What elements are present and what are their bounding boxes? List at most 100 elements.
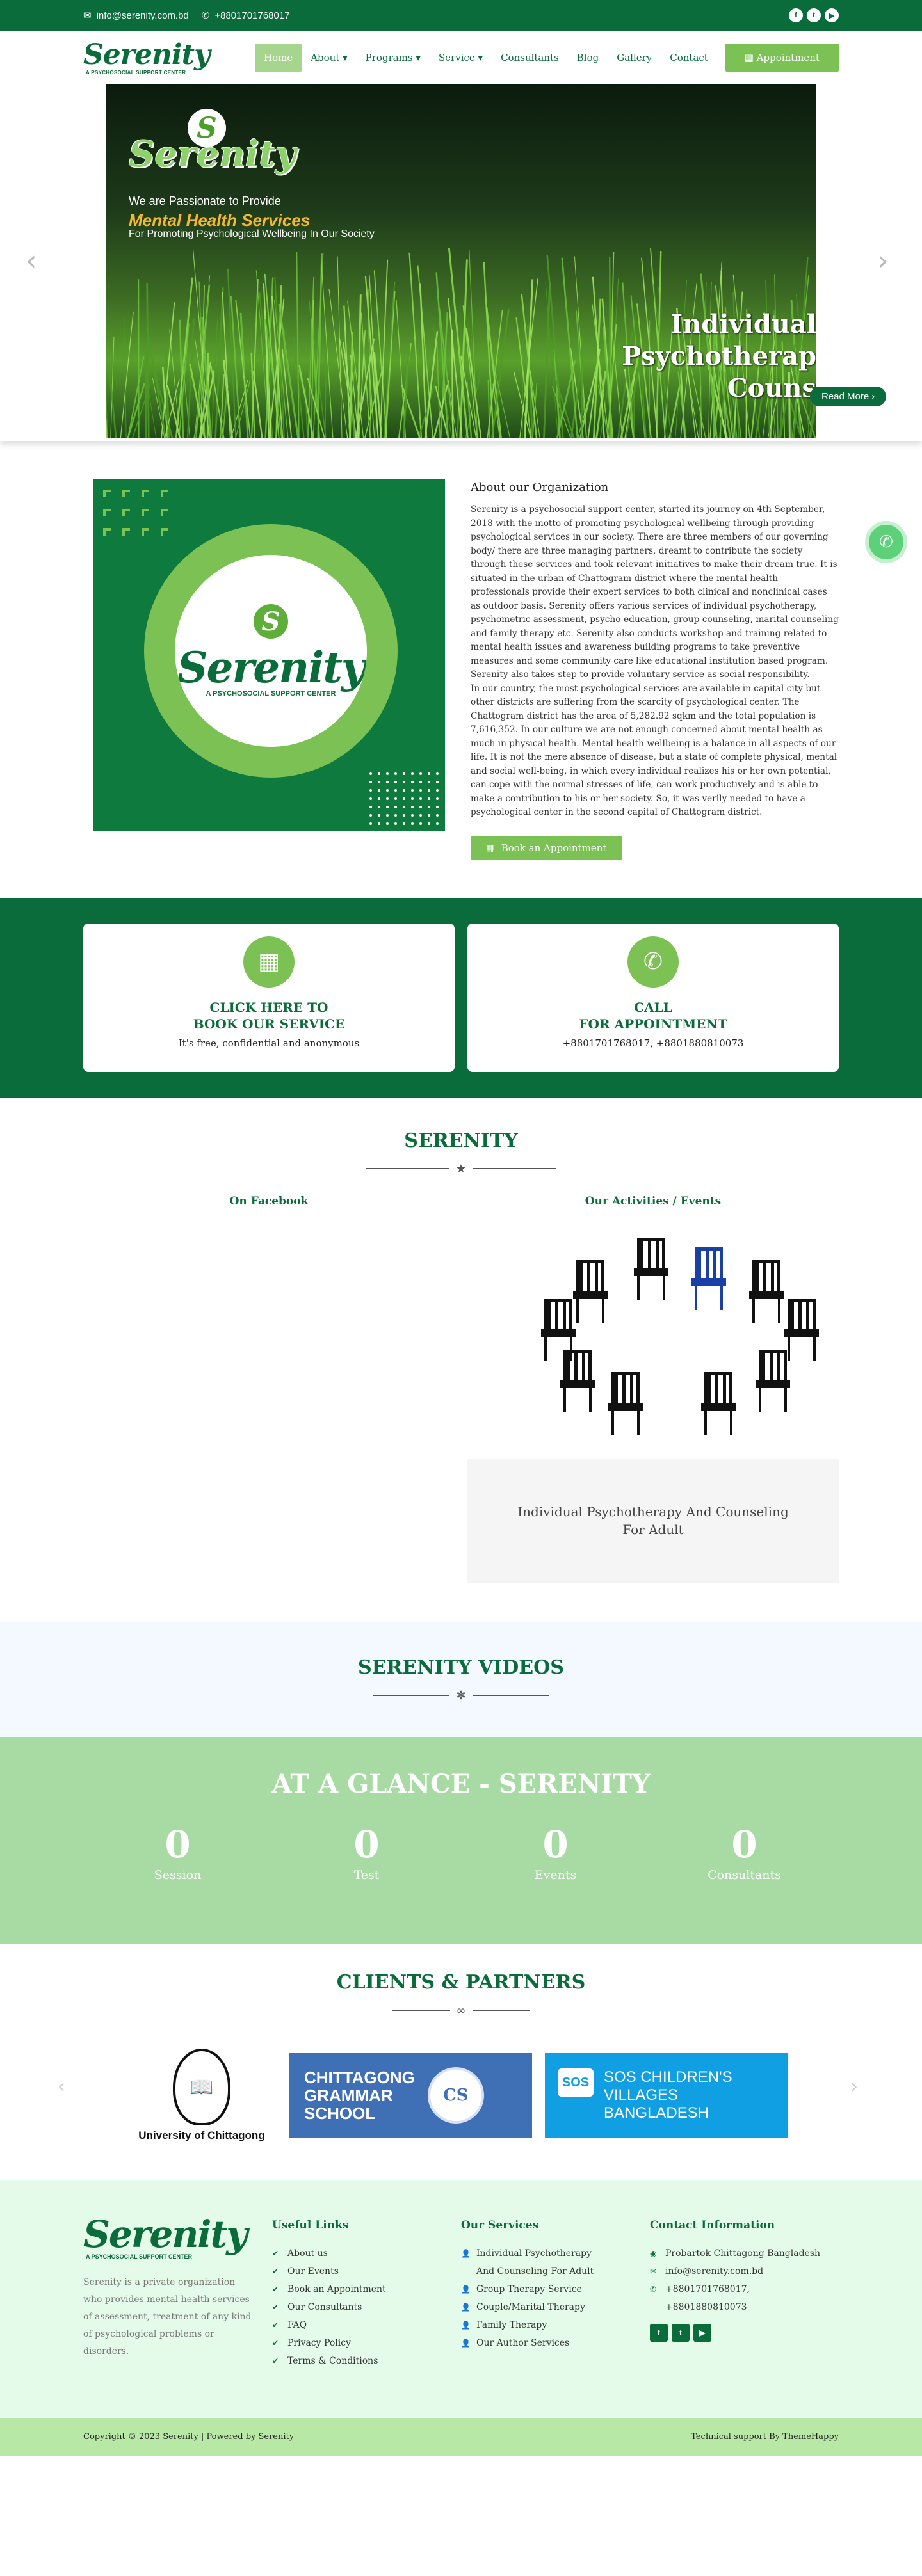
facebook-icon[interactable]: f — [789, 8, 803, 22]
footer-address: ◉ Probartok Chittagong Bangladesh — [650, 2244, 839, 2262]
footer-phones[interactable]: ✆ +8801701768017, +8801880810073 — [650, 2280, 839, 2316]
title-divider: ★ — [83, 1162, 839, 1176]
chair-illustration — [701, 1372, 736, 1436]
nav-gallery[interactable]: Gallery — [608, 44, 661, 72]
facebook-icon[interactable]: f — [650, 2323, 668, 2342]
counter-test: 0 Test — [353, 1822, 380, 1882]
read-more-button[interactable]: Read More › — [810, 387, 887, 406]
about-paragraph-1: Serenity is a psychosocial support cente… — [471, 504, 839, 680]
contact-title: Contact Information — [650, 2218, 775, 2232]
nav-contact[interactable]: Contact — [661, 44, 717, 72]
copyright-bar: Copyright © 2023 Serenity | Powered by S… — [0, 2417, 922, 2456]
hero-line1: We are Passionate to Provide — [129, 195, 281, 207]
nav-programs[interactable]: Programs ▾ — [357, 44, 430, 72]
slider-next-arrow[interactable]: › — [877, 244, 889, 277]
twitter-icon[interactable]: t — [807, 8, 821, 22]
youtube-icon[interactable]: ▶ — [825, 8, 839, 22]
footer-link[interactable]: ✔ Privacy Policy — [272, 2334, 461, 2352]
footer-service[interactable]: 👤 Our Author Services — [461, 2334, 608, 2352]
leaf-logo-icon: S — [254, 604, 288, 639]
main-nav: Serenity A PSYCHOSOCIAL SUPPORT CENTER H… — [0, 31, 922, 84]
footer-link[interactable]: ✔ Our Events — [272, 2262, 461, 2280]
slider-prev-arrow[interactable]: ‹ — [26, 244, 37, 277]
event-title[interactable]: Individual Psychotherapy And Counseling … — [467, 1458, 839, 1583]
check-icon: ✔ — [272, 2248, 279, 2258]
facebook-column: On Facebook — [83, 1195, 455, 1583]
site-logo[interactable]: Serenity A PSYCHOSOCIAL SUPPORT CENTER — [83, 40, 237, 76]
youtube-icon[interactable]: ▶ — [693, 2323, 711, 2342]
footer-link[interactable]: ✔ About us — [272, 2244, 461, 2262]
whatsapp-icon[interactable]: ✆ — [869, 525, 903, 559]
footer-service[interactable]: 👤 Couple/Marital Therapy — [461, 2298, 608, 2316]
footer-link[interactable]: ✔ Our Consultants — [272, 2298, 461, 2316]
nav-blog[interactable]: Blog — [568, 44, 608, 72]
calendar-icon: ▦ — [486, 842, 501, 854]
footer-logo[interactable]: Serenity — [83, 2215, 272, 2253]
user-icon: 👤 — [461, 2302, 471, 2312]
chair-illustration — [749, 1260, 784, 1324]
footer: Serenity A PSYCHOSOCIAL SUPPORT CENTER S… — [0, 2180, 922, 2418]
chair-illustration — [560, 1349, 595, 1414]
gear-icon: ✻ — [456, 1688, 466, 1702]
footer-link[interactable]: ✔ Book an Appointment — [272, 2280, 461, 2298]
nav-menu: Home About ▾ Programs ▾ Service ▾ Consul… — [255, 44, 717, 72]
nav-about[interactable]: About ▾ — [302, 44, 356, 72]
counter-consultants: 0 Consultants — [708, 1822, 781, 1882]
support-text: Technical support By ThemeHappy — [691, 2431, 839, 2442]
top-bar: ✉ info@serenity.com.bd ✆ +8801701768017 f … — [0, 0, 922, 31]
event-image[interactable] — [467, 1221, 839, 1459]
call-appointment-card[interactable]: ✆ CALL FOR APPOINTMENT +8801701768017, +… — [467, 923, 839, 1072]
useful-links-title: Useful Links — [272, 2218, 349, 2232]
cta-text: +8801701768017, +8801880810073 — [562, 1037, 744, 1049]
footer-service[interactable]: 👤 Individual Psychotherapy And Counseling… — [461, 2244, 608, 2280]
client-university-of-chittagong[interactable]: 📖 University of Chittagong — [138, 2043, 266, 2148]
user-icon: 👤 — [461, 2248, 471, 2258]
nav-service[interactable]: Service ▾ — [430, 44, 492, 72]
chair-illustration — [634, 1237, 668, 1302]
appointment-button[interactable]: ▦ Appointment — [725, 44, 839, 72]
copyright-text: Copyright © 2023 Serenity | Powered by S… — [83, 2431, 295, 2442]
book-service-card[interactable]: ▦ CLICK HERE TO BOOK OUR SERVICE It's fr… — [83, 923, 455, 1072]
footer-link[interactable]: ✔ FAQ — [272, 2316, 461, 2334]
counter-session: 0 Session — [154, 1822, 202, 1882]
corner-marks — [93, 479, 179, 546]
hero-caption: Individual Psychotherap Couns — [622, 309, 816, 403]
events-column: Our Activities / Events Individual Psych… — [467, 1195, 839, 1583]
chair-illustration — [784, 1298, 819, 1363]
services-title: Our Services — [461, 2218, 539, 2232]
book-appointment-button[interactable]: ▦ Book an Appointment — [471, 836, 622, 860]
chair-illustration — [608, 1372, 643, 1436]
footer-service[interactable]: 👤 Group Therapy Service — [461, 2280, 608, 2298]
mail-icon: ✉ — [83, 10, 92, 21]
nav-consultants[interactable]: Consultants — [492, 44, 568, 72]
phone-icon: ✆ — [627, 936, 679, 988]
clients-next-arrow[interactable]: › — [850, 2076, 858, 2098]
check-icon: ✔ — [272, 2266, 279, 2276]
client-sos-childrens-villages[interactable]: SOS SOS CHILDREN'S VILLAGES BANGLADESH — [545, 2053, 788, 2138]
sos-logo-icon: SOS — [558, 2068, 594, 2097]
user-icon: 👤 — [461, 2284, 471, 2294]
topbar-phone[interactable]: ✆ +8801701768017 — [201, 10, 290, 22]
hero-logo: Serenity — [129, 133, 296, 175]
topbar-email[interactable]: ✉ info@serenity.com.bd — [83, 10, 189, 22]
client-chittagong-grammar-school[interactable]: CHITTAGONG GRAMMAR SCHOOL CS — [289, 2053, 532, 2138]
about-section: S Serenity A PSYCHOSOCIAL SUPPORT CENTER… — [0, 441, 922, 898]
chair-illustration — [756, 1349, 790, 1414]
phone-icon: ✆ — [201, 10, 210, 21]
footer-email[interactable]: ✉ info@serenity.com.bd — [650, 2262, 839, 2280]
events-heading: Our Activities / Events — [585, 1194, 722, 1208]
glance-section: AT A GLANCE - SERENITY 0 Session 0 Test 0E… — [0, 1736, 922, 1944]
footer-link[interactable]: ✔ Terms & Conditions — [272, 2352, 461, 2370]
cta-section: ▦ CLICK HERE TO BOOK OUR SERVICE It's fr… — [0, 897, 922, 1098]
clients-prev-arrow[interactable]: ‹ — [58, 2076, 65, 2098]
phone-icon: ✆ — [650, 2284, 657, 2294]
footer-service[interactable]: 👤 Family Therapy — [461, 2316, 608, 2334]
check-icon: ✔ — [272, 2284, 279, 2294]
title-divider: ∞ — [0, 2004, 922, 2017]
twitter-icon[interactable]: t — [672, 2323, 690, 2342]
about-image: S Serenity A PSYCHOSOCIAL SUPPORT CENTER — [93, 479, 445, 831]
calendar-icon: ▦ — [744, 52, 757, 63]
nav-home[interactable]: Home — [255, 44, 302, 72]
hero-slider: ‹ S Serenity We are Passionate to Provid… — [0, 84, 922, 441]
serenity-section: SERENITY ★ On Facebook Our Activities / … — [0, 1098, 922, 1622]
